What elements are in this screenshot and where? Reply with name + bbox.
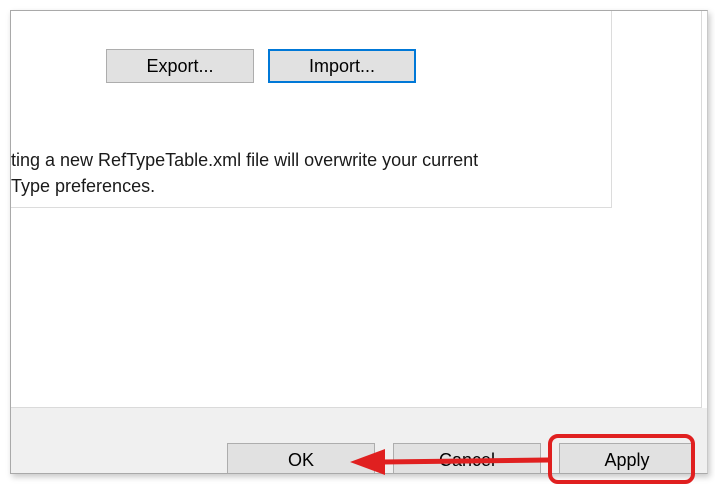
warning-line-1: ting a new RefTypeTable.xml file will ov… xyxy=(11,150,479,170)
apply-button[interactable]: Apply xyxy=(559,443,695,473)
import-warning-text: ting a new RefTypeTable.xml file will ov… xyxy=(11,147,609,199)
screenshot-stage: Export... Import... ting a new RefTypeTa… xyxy=(0,0,715,502)
preferences-dialog: Export... Import... ting a new RefTypeTa… xyxy=(10,10,708,474)
export-button[interactable]: Export... xyxy=(106,49,254,83)
tab-page: Export... Import... ting a new RefTypeTa… xyxy=(11,11,702,408)
ok-button[interactable]: OK xyxy=(227,443,375,473)
dialog-button-bar: OK Cancel Apply xyxy=(11,408,707,473)
warning-line-2: Type preferences. xyxy=(11,176,156,196)
cancel-button[interactable]: Cancel xyxy=(393,443,541,473)
import-button[interactable]: Import... xyxy=(268,49,416,83)
reference-types-group: Export... Import... ting a new RefTypeTa… xyxy=(11,11,612,208)
